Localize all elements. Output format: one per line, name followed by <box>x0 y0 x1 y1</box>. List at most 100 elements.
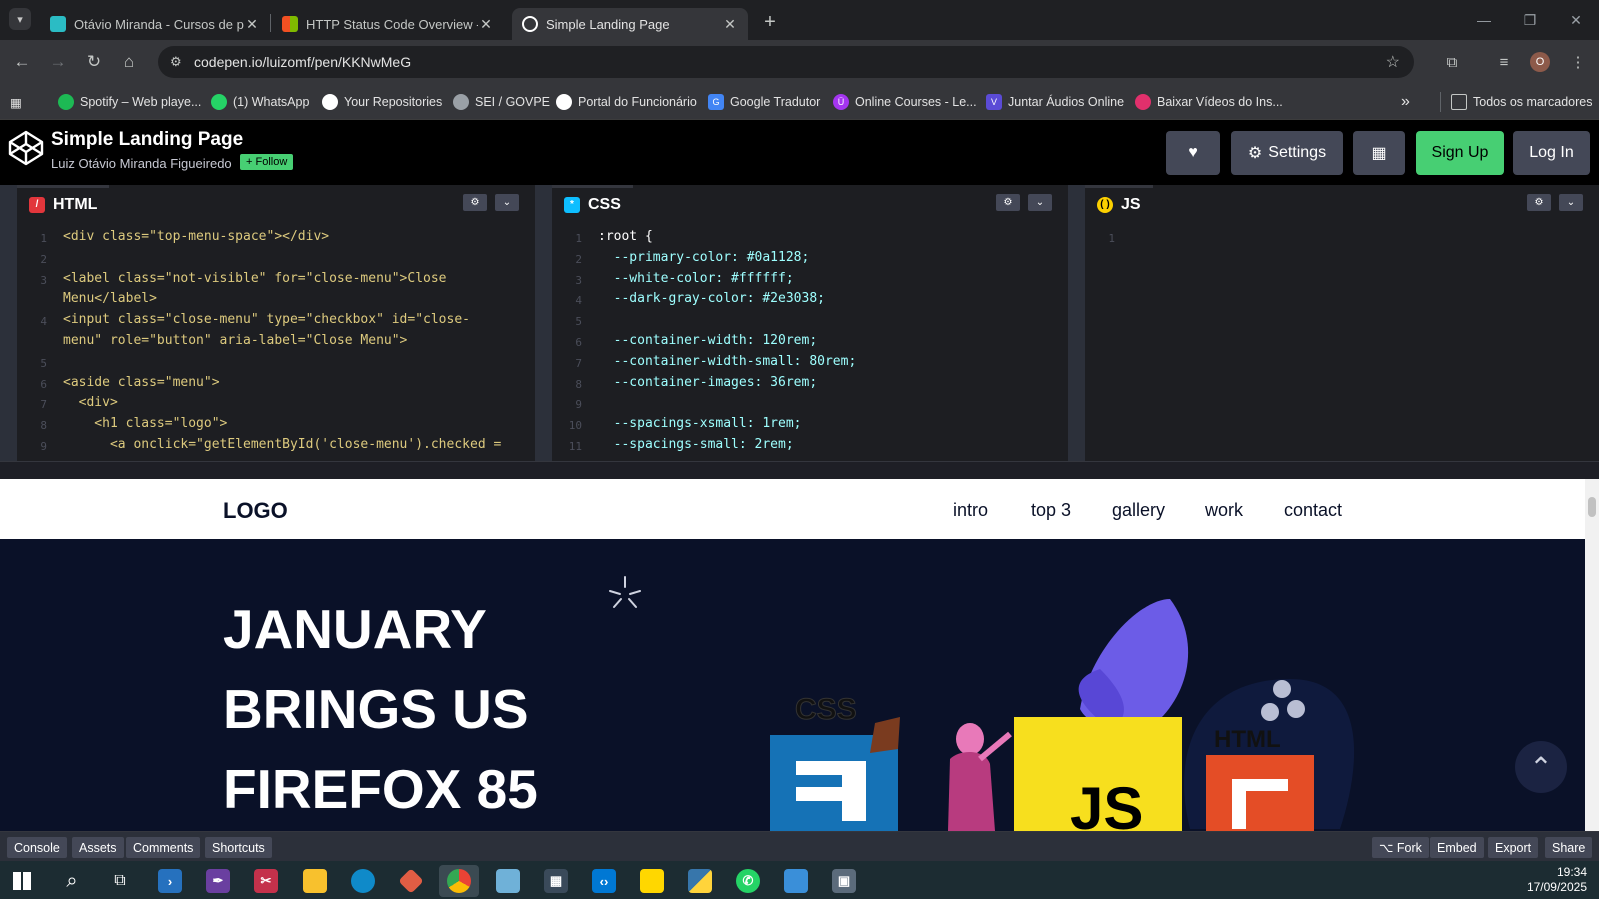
nav-link-contact[interactable]: contact <box>1284 500 1342 521</box>
code-line[interactable]: --container-width-small: 80rem; <box>598 352 857 373</box>
code-line[interactable]: --spacings-small: 2rem; <box>598 435 794 456</box>
more-bookmarks-icon[interactable]: » <box>1401 92 1410 112</box>
css-code[interactable]: 1:root {2 --primary-color: #0a1128; 3 --w… <box>552 227 1068 461</box>
restore-icon[interactable]: ❐ <box>1507 8 1553 32</box>
bookmark-spotify[interactable]: Spotify – Web playe... <box>58 92 201 112</box>
apps-grid-icon[interactable]: ▦ <box>10 92 22 112</box>
close-tab-icon[interactable]: ✕ <box>478 16 494 33</box>
bookmark-baixar-videos[interactable]: Baixar Vídeos do Ins... <box>1135 92 1283 112</box>
code-line[interactable]: --white-color: #ffffff; <box>598 269 794 290</box>
preview-scrollbar[interactable] <box>1585 479 1599 831</box>
site-info-icon[interactable]: ⚙ <box>170 54 190 70</box>
editor-settings-icon[interactable]: ⚙ <box>463 194 487 211</box>
preview-resizer[interactable] <box>0 461 1599 479</box>
editor-collapse-icon[interactable]: ⌄ <box>495 194 519 211</box>
editor-collapse-icon[interactable]: ⌄ <box>1559 194 1583 211</box>
all-bookmarks-folder[interactable]: Todos os marcadores <box>1440 92 1593 112</box>
calculator-icon[interactable]: ▦ <box>536 865 576 897</box>
file-explorer-icon[interactable] <box>295 865 335 897</box>
bookmark-portal-funcionario[interactable]: Portal do Funcionário <box>556 92 697 112</box>
code-line[interactable]: <label class="not-visible" for="close-me… <box>63 269 447 290</box>
editor-settings-icon[interactable]: ⚙ <box>996 194 1020 211</box>
nav-link-gallery[interactable]: gallery <box>1112 500 1165 521</box>
bookmark-star-icon[interactable]: ☆ <box>1386 52 1400 72</box>
feather-app-icon[interactable]: ✒ <box>198 865 238 897</box>
close-window-icon[interactable]: ✕ <box>1553 8 1599 32</box>
browser-tab-simple-landing-page[interactable]: Simple Landing Page ✕ <box>512 8 748 40</box>
code-line[interactable]: <div class="top-menu-space"></div> <box>63 227 329 248</box>
js-code[interactable]: 1 <box>1085 227 1599 461</box>
shortcuts-button[interactable]: Shortcuts <box>205 837 272 858</box>
code-line[interactable]: <h1 class="logo"> <box>63 414 227 435</box>
minimize-icon[interactable]: — <box>1461 8 1507 32</box>
powershell-icon[interactable]: › <box>150 865 190 897</box>
menu-kebab-icon[interactable]: ⋮ <box>1566 50 1590 74</box>
python-icon[interactable] <box>680 865 720 897</box>
code-line[interactable]: --spacings-xsmall: 1rem; <box>598 414 802 435</box>
browser-tab-http-status[interactable]: HTTP Status Code Overview - Ir ✕ <box>272 8 504 40</box>
js-editor[interactable]: ( ) JS ⚙ ⌄ 1 <box>1085 185 1599 461</box>
nav-link-top3[interactable]: top 3 <box>1031 500 1071 521</box>
html-code[interactable]: 1 <div class="top-menu-space"></div> 2 3 <la… <box>17 227 535 461</box>
snipping-tool-icon[interactable]: ✂ <box>246 865 286 897</box>
code-line[interactable]: <input class="close-menu" type="checkbox… <box>63 310 470 331</box>
signup-button[interactable]: Sign Up <box>1416 131 1504 175</box>
pen-author[interactable]: Luiz Otávio Miranda Figueiredo <box>51 156 232 171</box>
profile-avatar[interactable]: O <box>1528 50 1552 74</box>
code-line[interactable]: :root { <box>598 227 653 248</box>
comments-button[interactable]: Comments <box>126 837 201 858</box>
search-icon[interactable]: ⌕ <box>52 865 92 897</box>
console-button[interactable]: Console <box>7 837 67 858</box>
forward-icon[interactable]: → <box>44 48 72 76</box>
bookmark-whatsapp[interactable]: (1) WhatsApp <box>211 92 309 112</box>
task-view-icon[interactable]: ⧉ <box>100 865 140 897</box>
code-line[interactable]: --container-width: 120rem; <box>598 331 818 352</box>
css-editor[interactable]: * CSS ⚙ ⌄ 1:root {2 --primary-color: #0a1… <box>552 185 1068 461</box>
bookmark-sei-govpe[interactable]: SEI / GOVPE <box>453 92 550 112</box>
tab-search-button[interactable]: ▾ <box>9 8 31 30</box>
whatsapp-taskbar-icon[interactable]: ✆ <box>728 865 768 897</box>
preview-logo[interactable]: LOGO <box>223 498 288 524</box>
code-line[interactable]: --primary-color: #0a1128; <box>598 248 810 269</box>
close-tab-icon[interactable]: ✕ <box>722 16 738 33</box>
like-button[interactable]: ♥ <box>1166 131 1220 175</box>
codepen-logo-icon[interactable] <box>8 130 44 166</box>
fork-button[interactable]: ⌥ Fork <box>1372 837 1429 858</box>
editor-settings-icon[interactable]: ⚙ <box>1527 194 1551 211</box>
chrome-icon[interactable] <box>439 865 479 897</box>
git-app-icon[interactable] <box>391 865 431 897</box>
embed-button[interactable]: Embed <box>1430 837 1484 858</box>
edge-icon[interactable] <box>343 865 383 897</box>
back-to-top-button[interactable]: ⌃ <box>1515 741 1567 793</box>
export-button[interactable]: Export <box>1488 837 1539 858</box>
assets-button[interactable]: Assets <box>72 837 124 858</box>
bookmark-google-tradutor[interactable]: G Google Tradutor <box>708 92 820 112</box>
code-line[interactable]: Menu</label> <box>63 289 157 310</box>
address-bar[interactable]: ⚙ codepen.io/luizomf/pen/KKNwMeG ☆ <box>158 46 1414 78</box>
editor-collapse-icon[interactable]: ⌄ <box>1028 194 1052 211</box>
result-preview[interactable]: LOGO intro top 3 gallery work contact JA… <box>0 479 1585 831</box>
code-line[interactable]: menu" role="button" aria-label="Close Me… <box>63 331 407 352</box>
notepad-icon[interactable] <box>488 865 528 897</box>
code-line[interactable]: --container-images: 36rem; <box>598 373 818 394</box>
nav-link-work[interactable]: work <box>1205 500 1243 521</box>
photos-icon[interactable] <box>776 865 816 897</box>
code-line[interactable]: <aside class="menu"> <box>63 373 220 394</box>
code-line[interactable]: --dark-gray-color: #2e3038; <box>598 289 825 310</box>
bookmark-online-courses[interactable]: Ü Online Courses - Le... <box>833 92 977 112</box>
home-icon[interactable]: ⌂ <box>115 48 143 76</box>
change-view-button[interactable]: ▦ <box>1353 131 1405 175</box>
nav-link-intro[interactable]: intro <box>953 500 988 521</box>
bookmark-juntar-audios[interactable]: V Juntar Áudios Online <box>986 92 1124 112</box>
remote-desktop-icon[interactable]: ▣ <box>824 865 864 897</box>
code-line[interactable]: <a onclick="getElementById('close-menu')… <box>63 435 501 456</box>
media-control-icon[interactable]: ≡ <box>1492 50 1516 74</box>
settings-button[interactable]: ⚙ Settings <box>1231 131 1343 175</box>
close-tab-icon[interactable]: ✕ <box>244 16 260 33</box>
browser-tab-otavio[interactable]: Otávio Miranda - Cursos de pro ✕ <box>40 8 270 40</box>
extensions-icon[interactable]: ⧉ <box>1440 50 1464 74</box>
login-button[interactable]: Log In <box>1513 131 1590 175</box>
html-editor[interactable]: / HTML ⚙ ⌄ 1 <div class="top-menu-space"><… <box>17 185 535 461</box>
vscode-icon[interactable]: ‹› <box>584 865 624 897</box>
bookmark-repositories[interactable]: Your Repositories <box>322 92 442 112</box>
